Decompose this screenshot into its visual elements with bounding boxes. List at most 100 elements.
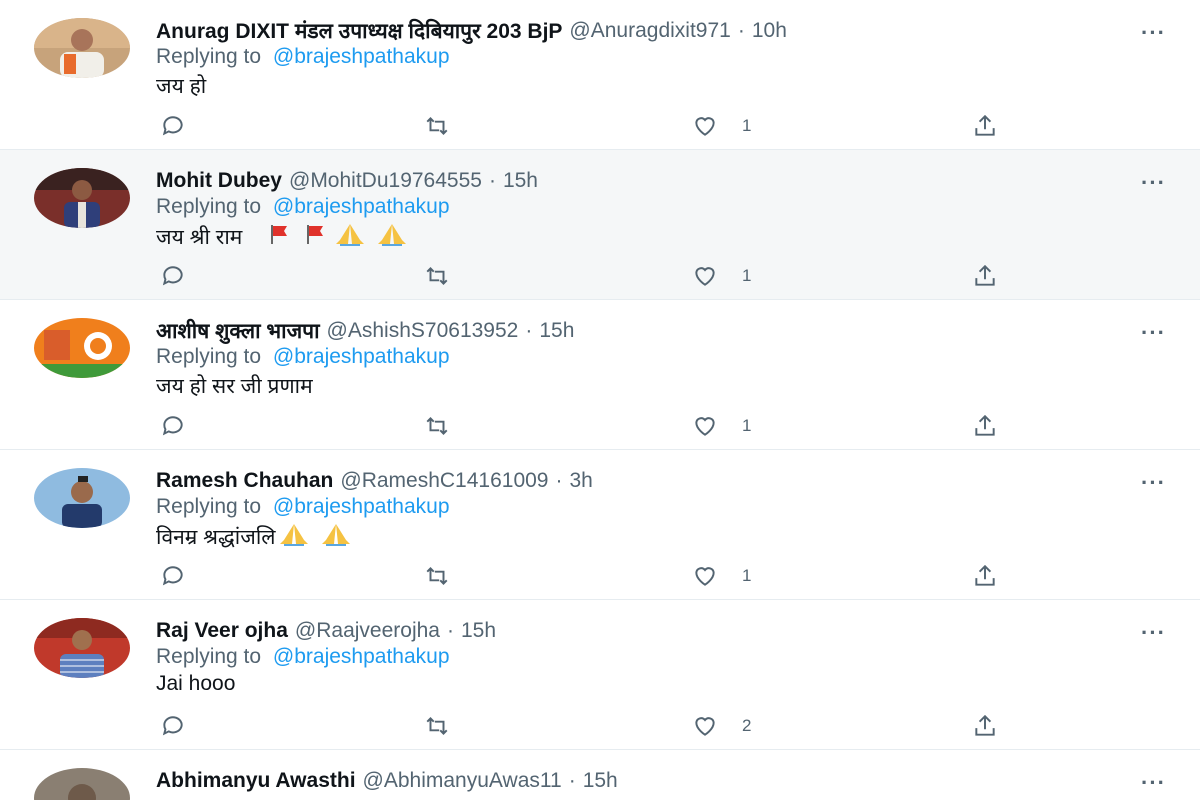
mention-link[interactable]: @brajeshpathakup bbox=[273, 195, 450, 218]
like-button[interactable]: 2 bbox=[692, 712, 751, 740]
tweet-text: Jai hooo bbox=[156, 672, 235, 696]
heart-icon bbox=[695, 717, 715, 736]
timestamp[interactable]: 15h bbox=[461, 619, 496, 643]
retweet-button[interactable] bbox=[424, 562, 450, 590]
tweet-abhimanyu-awasthi[interactable]: Abhimanyu Awasthi @AbhimanyuAwas11 · 15h… bbox=[0, 750, 1200, 800]
avatar[interactable] bbox=[34, 18, 130, 78]
heart-icon bbox=[695, 417, 715, 436]
user-handle[interactable]: @AbhimanyuAwas11 bbox=[363, 769, 562, 793]
avatar[interactable] bbox=[34, 168, 130, 228]
share-button[interactable] bbox=[972, 712, 998, 740]
mention-link[interactable]: @brajeshpathakup bbox=[273, 345, 450, 368]
retweet-icon bbox=[426, 267, 448, 285]
replying-to: Replying to @brajeshpathakup bbox=[156, 495, 450, 519]
tweet-text: जय श्री राम bbox=[156, 222, 410, 252]
share-icon bbox=[975, 264, 995, 286]
like-count: 2 bbox=[742, 716, 752, 735]
share-button[interactable] bbox=[972, 262, 998, 290]
replying-to-label: Replying to bbox=[156, 645, 262, 668]
retweet-icon bbox=[426, 717, 448, 735]
avatar[interactable] bbox=[34, 468, 130, 528]
separator-dot: · bbox=[525, 319, 533, 342]
user-handle[interactable]: @MohitDu19764555 bbox=[289, 169, 482, 193]
like-count: 1 bbox=[742, 566, 752, 585]
timestamp[interactable]: 15h bbox=[583, 769, 618, 793]
replying-to-label: Replying to bbox=[156, 345, 262, 368]
folded-hands-icon bbox=[374, 222, 410, 252]
retweet-button[interactable] bbox=[424, 412, 450, 440]
more-options-icon[interactable]: ··· bbox=[1141, 320, 1166, 346]
tweet-mohit-dubey[interactable]: Mohit Dubey @MohitDu19764555 · 15h ··· R… bbox=[0, 150, 1200, 300]
retweet-icon bbox=[426, 417, 448, 435]
replying-to: Replying to @brajeshpathakup bbox=[156, 45, 450, 69]
avatar-image bbox=[34, 318, 130, 378]
mention-link[interactable]: @brajeshpathakup bbox=[273, 645, 450, 668]
avatar[interactable] bbox=[34, 768, 130, 800]
like-button[interactable]: 1 bbox=[692, 112, 751, 140]
reply-button[interactable] bbox=[160, 112, 186, 140]
retweet-button[interactable] bbox=[424, 262, 450, 290]
tweet-ashish-shukla[interactable]: आशीष शुक्ला भाजपा @AshishS70613952 · 15h… bbox=[0, 300, 1200, 450]
timestamp[interactable]: 3h bbox=[570, 469, 593, 493]
reply-feed: Anurag DIXIT मंडल उपाध्यक्ष दिबियापुर 20… bbox=[0, 0, 1200, 800]
like-button[interactable]: 1 bbox=[692, 412, 751, 440]
avatar-image bbox=[34, 168, 130, 228]
reply-button[interactable] bbox=[160, 712, 186, 740]
more-options-icon[interactable]: ··· bbox=[1141, 20, 1166, 46]
timestamp[interactable]: 15h bbox=[539, 319, 574, 343]
share-button[interactable] bbox=[972, 562, 998, 590]
share-icon bbox=[975, 414, 995, 436]
timestamp[interactable]: 15h bbox=[503, 169, 538, 193]
tweet-text-content: Jai hooo bbox=[156, 672, 236, 695]
share-button[interactable] bbox=[972, 112, 998, 140]
user-handle[interactable]: @Anuragdixit971 bbox=[569, 19, 730, 43]
retweet-icon bbox=[426, 117, 448, 135]
tweet-text: जय हो सर जी प्रणाम bbox=[156, 372, 313, 400]
display-name[interactable]: Raj Veer ojha bbox=[156, 619, 288, 643]
display-name[interactable]: Anurag DIXIT मंडल उपाध्यक्ष दिबियापुर 20… bbox=[156, 17, 562, 45]
display-name[interactable]: Mohit Dubey bbox=[156, 169, 282, 193]
more-options-icon[interactable]: ··· bbox=[1141, 620, 1166, 646]
reply-button[interactable] bbox=[160, 262, 186, 290]
more-options-icon[interactable]: ··· bbox=[1141, 770, 1166, 796]
retweet-button[interactable] bbox=[424, 712, 450, 740]
tweet-actions: 1 bbox=[156, 562, 1016, 590]
separator-dot: · bbox=[488, 169, 496, 192]
timestamp[interactable]: 10h bbox=[752, 19, 787, 43]
folded-hands-icon bbox=[318, 522, 354, 552]
more-options-icon[interactable]: ··· bbox=[1141, 470, 1166, 496]
display-name[interactable]: Abhimanyu Awasthi bbox=[156, 769, 356, 793]
tweet-header: Ramesh Chauhan @RameshC14161009 · 3h bbox=[156, 466, 593, 496]
mention-link[interactable]: @brajeshpathakup bbox=[273, 495, 450, 518]
like-button[interactable]: 1 bbox=[692, 562, 751, 590]
replying-to: Replying to @brajeshpathakup bbox=[156, 195, 450, 219]
folded-hands-icon bbox=[276, 522, 312, 552]
user-handle[interactable]: @RameshC14161009 bbox=[340, 469, 548, 493]
display-name[interactable]: आशीष शुक्ला भाजपा bbox=[156, 317, 320, 345]
display-name[interactable]: Ramesh Chauhan bbox=[156, 469, 333, 493]
replying-to-label: Replying to bbox=[156, 195, 262, 218]
avatar[interactable] bbox=[34, 618, 130, 678]
tweet-actions: 1 bbox=[156, 412, 1016, 440]
share-button[interactable] bbox=[972, 412, 998, 440]
avatar[interactable] bbox=[34, 318, 130, 378]
like-count: 1 bbox=[742, 416, 752, 435]
separator-dot: · bbox=[568, 769, 576, 792]
mention-link[interactable]: @brajeshpathakup bbox=[273, 45, 450, 68]
replying-to-label: Replying to bbox=[156, 495, 262, 518]
user-handle[interactable]: @Raajveerojha bbox=[295, 619, 440, 643]
retweet-button[interactable] bbox=[424, 112, 450, 140]
more-options-icon[interactable]: ··· bbox=[1141, 170, 1166, 196]
tweet-ramesh-chauhan[interactable]: Ramesh Chauhan @RameshC14161009 · 3h ···… bbox=[0, 450, 1200, 600]
reply-button[interactable] bbox=[160, 412, 186, 440]
reply-button[interactable] bbox=[160, 562, 186, 590]
reply-icon bbox=[162, 416, 183, 436]
share-icon bbox=[975, 564, 995, 586]
tweet-header: आशीष शुक्ला भाजपा @AshishS70613952 · 15h bbox=[156, 316, 574, 346]
like-button[interactable]: 1 bbox=[692, 262, 751, 290]
tweet-anurag-dixit[interactable]: Anurag DIXIT मंडल उपाध्यक्ष दिबियापुर 20… bbox=[0, 0, 1200, 150]
avatar-image bbox=[34, 768, 130, 800]
user-handle[interactable]: @AshishS70613952 bbox=[327, 319, 519, 343]
tweet-raj-veer-ojha[interactable]: Raj Veer ojha @Raajveerojha · 15h ··· Re… bbox=[0, 600, 1200, 750]
avatar-image bbox=[34, 468, 130, 528]
